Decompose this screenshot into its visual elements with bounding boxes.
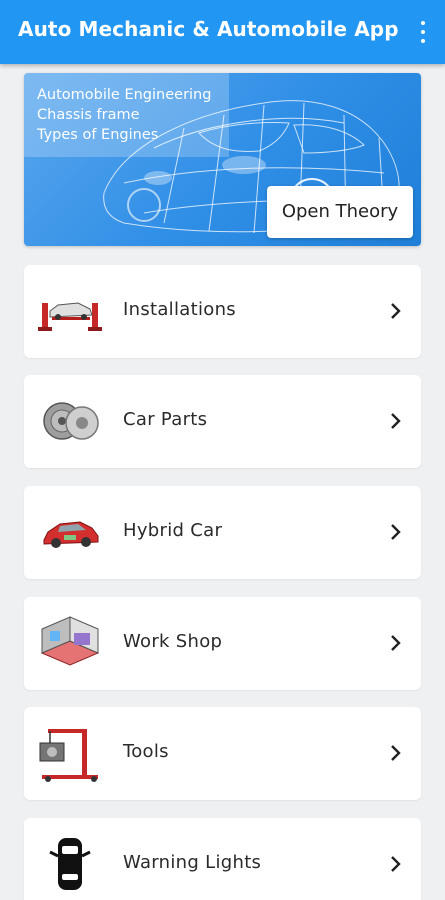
menu-item-car-parts[interactable]: Car Parts (24, 375, 421, 468)
menu-item-warning-lights[interactable]: Warning Lights (24, 818, 421, 900)
menu-item-label: Work Shop (123, 631, 223, 652)
chevron-right-icon (391, 745, 401, 761)
menu-item-tools[interactable]: Tools (24, 707, 421, 800)
chevron-right-icon (391, 635, 401, 651)
theory-banner[interactable]: Automobile Engineering Chassis frame Typ… (24, 73, 421, 246)
workshop-icon (40, 616, 100, 666)
menu-item-label: Car Parts (123, 409, 208, 430)
menu-item-label: Installations (123, 299, 236, 320)
menu-item-label: Tools (123, 741, 169, 762)
app-title: Auto Mechanic & Automobile App (18, 17, 399, 41)
menu-item-label: Hybrid Car (123, 520, 223, 541)
chevron-right-icon (391, 524, 401, 540)
chevron-right-icon (391, 413, 401, 429)
hybrid-car-icon (43, 521, 99, 548)
chevron-right-icon (391, 303, 401, 319)
banner-line-3: Types of Engines (37, 127, 159, 143)
banner-line-1: Automobile Engineering (37, 87, 212, 103)
menu-item-hybrid-car[interactable]: Hybrid Car (24, 486, 421, 579)
app-bar: Auto Mechanic & Automobile App (0, 0, 445, 64)
menu-item-label: Warning Lights (123, 852, 262, 873)
car-parts-icon (43, 402, 99, 440)
menu-item-installations[interactable]: Installations (24, 265, 421, 358)
banner-line-2: Chassis frame (37, 107, 140, 123)
car-top-view-icon (49, 838, 91, 890)
chevron-right-icon (391, 856, 401, 872)
open-theory-button[interactable]: Open Theory (267, 186, 413, 238)
banner-text-box: Automobile Engineering Chassis frame Typ… (24, 73, 229, 157)
engine-hoist-icon (39, 729, 98, 782)
menu-item-work-shop[interactable]: Work Shop (24, 597, 421, 690)
car-lift-icon (38, 302, 102, 331)
more-vert-icon[interactable] (415, 18, 431, 46)
